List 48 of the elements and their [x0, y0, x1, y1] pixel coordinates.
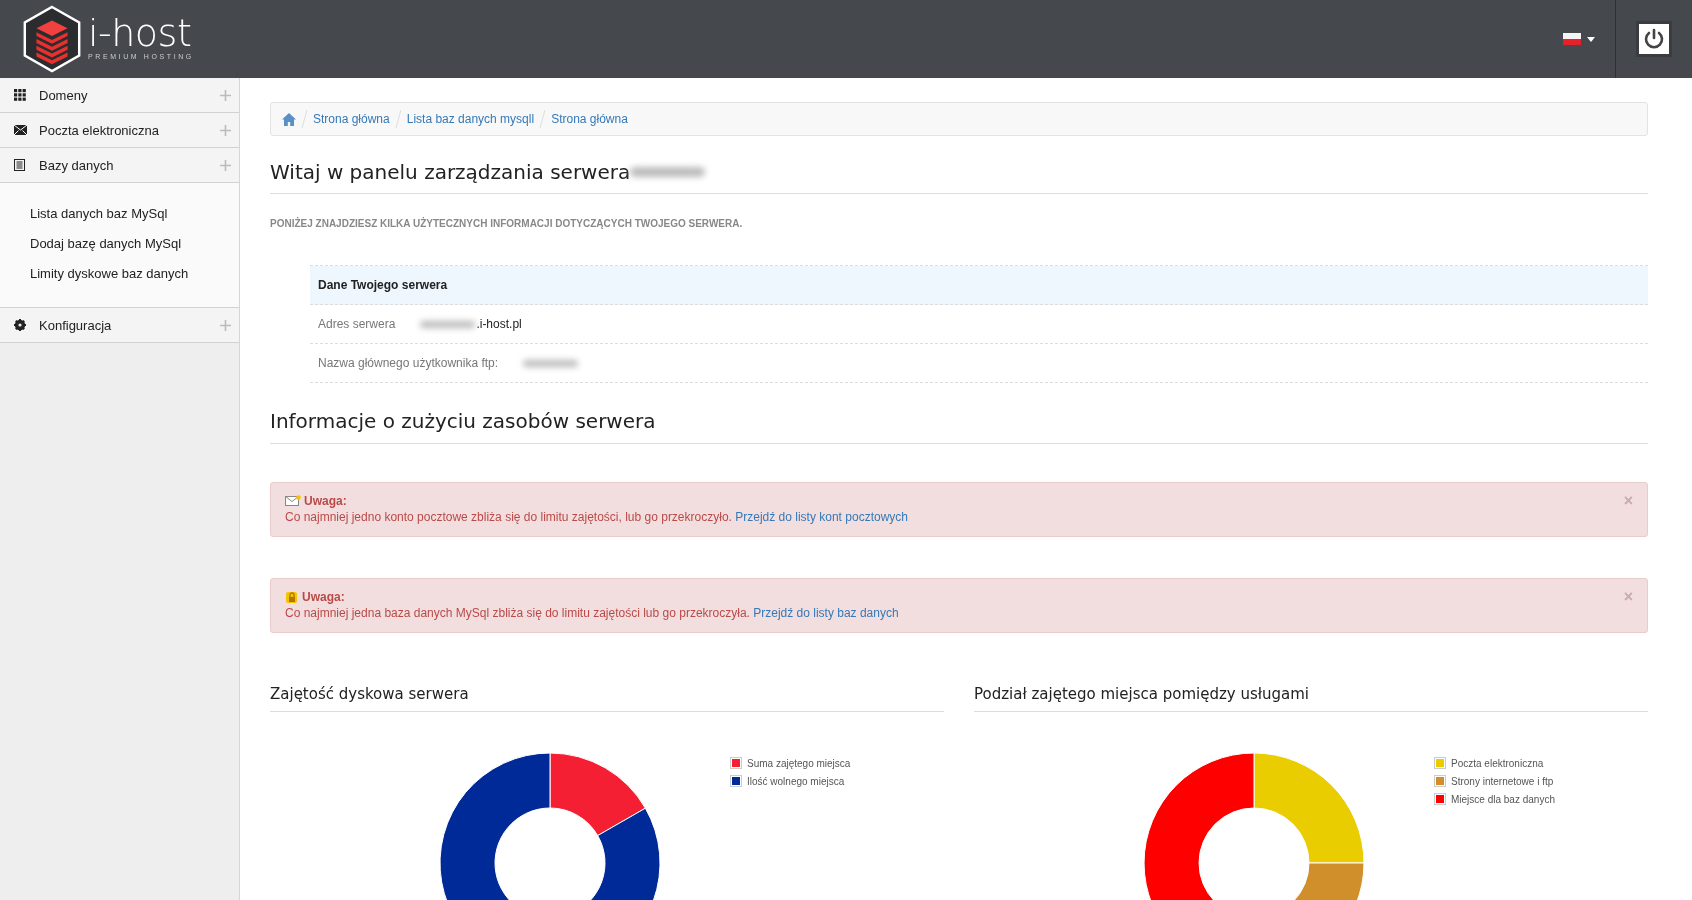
sidebar-item[interactable]: Domeny — [0, 78, 239, 113]
gear-icon — [14, 319, 26, 331]
submenu-link[interactable]: Dodaj bazę danych MySql — [0, 229, 182, 259]
submenu-link[interactable]: Limity dyskowe baz danych — [0, 259, 189, 289]
alert-title: Uwaga: — [302, 590, 346, 604]
sidebar-item[interactable]: Bazy danych — [0, 148, 239, 183]
alert-link[interactable]: Przejdź do listy baz danych — [753, 606, 899, 620]
info-label: Nazwa głównego użytkownika ftp: — [318, 356, 499, 370]
grid-icon — [14, 89, 26, 101]
section-title: Informacje o zużyciu zasobów serwera — [270, 409, 1648, 444]
breadcrumb-link[interactable]: Lista baz danych mysqll — [406, 112, 535, 126]
legend-label: Ilość wolnego miejsca — [747, 775, 845, 787]
sidebar-item[interactable]: Konfiguracja — [0, 308, 239, 343]
logo-name: i-host — [88, 13, 193, 53]
legend-label: Miejsce dla baz danych — [1451, 793, 1555, 805]
flag-icon — [1563, 33, 1581, 45]
redaction-blur — [523, 359, 579, 367]
envelope-icon — [285, 495, 301, 507]
legend-label: Strony internetowe i ftp — [1451, 775, 1554, 787]
legend-label: Suma zajętego miejsca — [747, 757, 851, 769]
power-icon — [1642, 27, 1666, 51]
alert-link[interactable]: Przejdź do listy kont pocztowych — [735, 510, 908, 524]
lock-icon — [285, 590, 299, 604]
plus-icon — [220, 319, 231, 331]
alert-message: Co najmniej jedna baza danych MySql zbliża się do limitu zajętości lub go przekroczyła. Przejdź do listy baz danych — [285, 606, 900, 620]
info-label: Adres serwera — [318, 317, 396, 331]
info-heading: Dane Twojego serwera — [318, 278, 448, 292]
submenu-link[interactable]: Lista danych baz MySql — [0, 199, 168, 229]
envelope-icon — [14, 125, 27, 135]
plus-icon — [220, 124, 231, 136]
chart-title: Zajętość dyskowa serwera — [270, 685, 944, 712]
caret-icon — [1587, 36, 1595, 42]
subtitle: PONIŻEJ ZNAJDZIESZ KILKA UŻYTECZNYCH INFORMACJI DOTYCZĄCYCH TWOJEGO SERWERA. — [270, 218, 744, 229]
alert-message: Co najmniej jedno konto pocztowe zbliża się do limitu zajętości, lub go przekroczyło. Przejdź do listy kont pocztowych — [285, 510, 909, 524]
plus-icon — [220, 89, 231, 101]
alert-title: Uwaga: — [304, 494, 348, 508]
redaction-blur — [420, 320, 476, 328]
sidebar-item[interactable]: Poczta elektroniczna — [0, 113, 239, 148]
home-icon[interactable] — [282, 112, 296, 126]
info-value: .i-host.pl — [476, 317, 522, 331]
breadcrumb-link[interactable]: Strona główna — [313, 112, 390, 126]
logout-button[interactable] — [1636, 21, 1672, 57]
legend-label: Poczta elektroniczna — [1451, 757, 1544, 769]
page-title: Witaj w panelu zarządzania serwera — [270, 160, 631, 184]
plus-icon — [220, 159, 231, 171]
list-icon — [14, 159, 25, 171]
breadcrumb-link[interactable]: Strona główna — [551, 112, 628, 126]
chart-title: Podział zajętego miejsca pomiędzy usługami — [974, 685, 1648, 712]
